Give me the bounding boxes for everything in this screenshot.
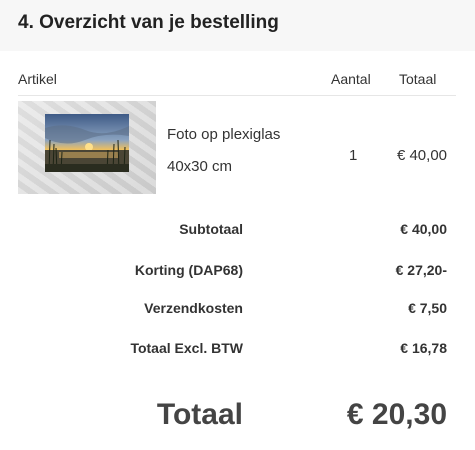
subtotal-label: Subtotaal [179, 221, 243, 237]
product-quantity: 1 [349, 147, 358, 164]
product-size: 40x30 cm [167, 158, 233, 175]
discount-label: Korting (DAP68) [134, 262, 243, 278]
sunset-lake-photo [45, 114, 129, 172]
column-header-total: Totaal [399, 71, 437, 87]
section-header: 4. Overzicht van je bestelling [0, 0, 475, 51]
product-name: Foto op plexiglas [167, 126, 281, 143]
grand-total-label: Totaal [156, 398, 243, 431]
discount-value: € 27,20- [395, 262, 447, 278]
shipping-label: Verzendkosten [144, 300, 243, 316]
product-thumbnail [18, 101, 156, 194]
total-excl-vat-label: Totaal Excl. BTW [130, 340, 243, 356]
shipping-value: € 7,50 [408, 300, 447, 316]
header-divider [18, 95, 456, 96]
section-title: 4. Overzicht van je bestelling [18, 12, 279, 33]
subtotal-value: € 40,00 [400, 221, 447, 237]
product-price: € 40,00 [396, 147, 447, 164]
column-header-quantity: Aantal [331, 71, 371, 87]
grand-total-value: € 20,30 [346, 398, 447, 431]
total-excl-vat-value: € 16,78 [400, 340, 447, 356]
column-header-article: Artikel [18, 71, 57, 87]
